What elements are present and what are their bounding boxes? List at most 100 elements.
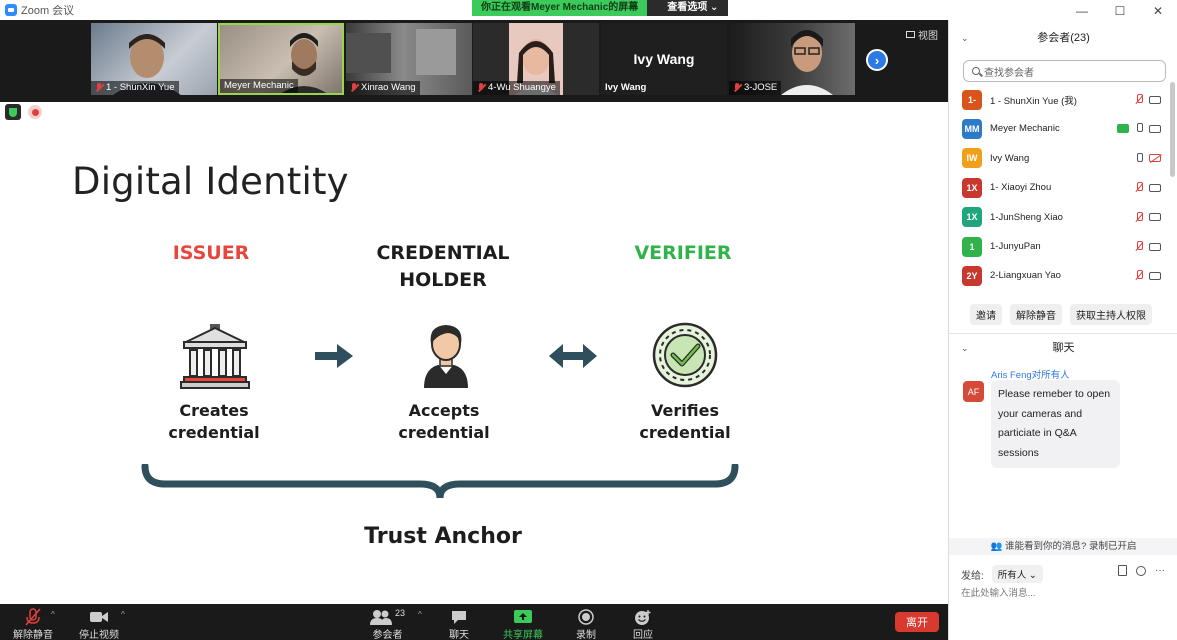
avatar: MM (962, 118, 982, 139)
tile-nameplate: 3-JOSE (729, 81, 782, 95)
video-gallery-strip: 1 - ShunXin Yue Meyer Mechanic Xinrao Wa… (0, 20, 948, 102)
file-icon[interactable] (1118, 565, 1127, 576)
security-shield-icon[interactable] (5, 104, 21, 120)
send-to-label: 发给: (961, 570, 984, 582)
video-tile-shunxin[interactable]: 1 - ShunXin Yue (91, 23, 217, 95)
video-tile-wu[interactable]: 4-Wu Shuangye (473, 23, 599, 95)
chat-avatar: AF (963, 381, 984, 402)
window-controls: — ☐ ✕ (1063, 0, 1177, 22)
participant-row[interactable]: 1- 1 - ShunXin Yue (我) (949, 85, 1167, 114)
participants-header: ⌄ 参会者(23) (949, 28, 1177, 48)
video-tile-ivy[interactable]: Ivy Wang Ivy Wang (601, 23, 727, 95)
video-off-icon[interactable] (1149, 154, 1161, 163)
participant-list-scrollbar[interactable] (1170, 82, 1175, 177)
muted-mic-icon[interactable] (1135, 211, 1143, 223)
participant-search-input[interactable]: 查找参会者 (963, 60, 1166, 82)
reactions-button[interactable]: 回应 (633, 608, 653, 640)
audio-options-caret[interactable]: ^ (51, 610, 55, 619)
participant-row[interactable]: IW Ivy Wang (949, 144, 1167, 173)
holder-heading: CREDENTIAL HOLDER (376, 242, 510, 291)
tile-nameplate: Meyer Mechanic (220, 79, 298, 93)
chevron-right-icon: › (874, 52, 880, 68)
record-icon (578, 608, 594, 626)
view-button[interactable]: 视图 (906, 27, 938, 42)
emoji-icon[interactable] (1136, 565, 1146, 576)
participant-status-icons (1135, 94, 1161, 105)
share-screen-icon (514, 608, 532, 626)
mic-icon[interactable] (1135, 123, 1143, 134)
tile-center-name: Ivy Wang (633, 51, 695, 67)
avatar: IW (962, 148, 982, 169)
arrow-right-icon (315, 344, 353, 368)
video-tile-xinrao[interactable]: Xinrao Wang (346, 23, 472, 95)
close-button[interactable]: ✕ (1139, 0, 1177, 22)
video-camera-icon[interactable] (1149, 271, 1161, 280)
chat-message-input[interactable]: 在此处输入消息... (961, 585, 1035, 599)
participant-name: 2-Liangxuan Yao (990, 270, 1061, 282)
unmute-self-button[interactable]: 解除静音 (1010, 304, 1062, 325)
avatar: 2Y (962, 265, 982, 286)
avatar: 1- (962, 89, 982, 110)
mic-icon[interactable] (1135, 152, 1143, 164)
tile-nameplate: 1 - ShunXin Yue (91, 81, 179, 95)
holder-description: Accepts credential (398, 401, 490, 442)
avatar: 1X (962, 207, 982, 228)
participant-row[interactable]: 1 1-JunyuPan (949, 232, 1167, 261)
meeting-toolbar: 解除静音 ^ 停止视频 ^ 23 参会者 ^ 聊天 共享屏幕 录制 回应 离开 (0, 604, 948, 640)
invite-button[interactable]: 邀请 (970, 304, 1002, 325)
video-camera-icon[interactable] (1149, 95, 1161, 104)
send-to-dropdown[interactable]: 所有人 ⌄ (991, 565, 1043, 583)
participant-row[interactable]: 2Y 2-Liangxuan Yao (949, 261, 1167, 290)
participant-name: 1-JunSheng Xiao (990, 211, 1063, 223)
video-camera-icon[interactable] (1149, 242, 1161, 251)
participant-name: 1 - ShunXin Yue (我) (990, 95, 1077, 107)
participants-options-caret[interactable]: ^ (418, 610, 422, 619)
chat-bubble-icon (451, 608, 467, 626)
participant-row[interactable]: 1X 1-JunSheng Xiao (949, 203, 1167, 232)
muted-mic-icon[interactable] (1135, 241, 1143, 252)
shared-screen-slide: Digital Identity ISSUER CREDENTIAL HOLDE… (0, 122, 948, 604)
video-camera-icon[interactable] (1149, 183, 1161, 192)
check-badge-icon (652, 322, 718, 388)
share-banner: 你正在观看Meyer Mechanic的屏幕 查看选项 ⌄ (472, 0, 729, 16)
participant-row[interactable]: MM Meyer Mechanic (949, 114, 1167, 143)
muted-mic-icon[interactable] (1135, 94, 1143, 105)
participants-button[interactable]: 23 参会者 (370, 608, 405, 640)
maximize-button[interactable]: ☐ (1101, 0, 1139, 22)
record-button[interactable]: 录制 (576, 608, 596, 640)
unmute-button[interactable]: 解除静音 (13, 608, 53, 640)
participant-status-icons (1135, 211, 1161, 223)
curly-brace-graphic (141, 464, 739, 499)
view-options-button[interactable]: 查看选项 ⌄ (647, 0, 729, 16)
muted-mic-icon[interactable] (1135, 182, 1143, 193)
minimize-button[interactable]: — (1063, 0, 1101, 22)
tile-nameplate: Xinrao Wang (346, 81, 420, 95)
grid-view-icon (906, 31, 915, 38)
participants-icon: 23 (370, 608, 405, 626)
share-screen-button[interactable]: 共享屏幕 (503, 608, 543, 640)
leave-button[interactable]: 离开 (895, 612, 939, 632)
chevron-down-icon[interactable]: ⌄ (961, 338, 969, 358)
tile-nameplate: Ivy Wang (605, 82, 647, 93)
chat-button[interactable]: 聊天 (449, 608, 469, 640)
video-camera-icon[interactable] (1149, 124, 1161, 133)
participant-actions: 邀请 解除静音 获取主持人权限 (949, 304, 1177, 325)
muted-mic-icon (477, 83, 485, 93)
participant-status-icons (1135, 182, 1161, 193)
video-options-caret[interactable]: ^ (121, 610, 125, 619)
participant-name: Meyer Mechanic (990, 123, 1060, 135)
claim-host-button[interactable]: 获取主持人权限 (1070, 304, 1152, 325)
chat-privacy-note[interactable]: 👥 谁能看到你的消息? 录制已开启 (949, 538, 1177, 555)
search-icon (972, 67, 980, 75)
chevron-down-icon[interactable]: ⌄ (961, 28, 969, 48)
stop-video-button[interactable]: 停止视频 (79, 608, 119, 640)
issuer-description: Creates credential (168, 401, 260, 442)
next-page-button[interactable]: › (866, 49, 888, 71)
more-icon[interactable]: ··· (1155, 565, 1165, 576)
video-tile-meyer[interactable]: Meyer Mechanic (218, 23, 344, 95)
screen-share-icon (1117, 124, 1129, 134)
participant-row[interactable]: 1X 1- Xiaoyi Zhou (949, 173, 1167, 202)
video-tile-jose[interactable]: 3-JOSE (729, 23, 855, 95)
video-camera-icon[interactable] (1149, 213, 1161, 222)
muted-mic-icon[interactable] (1135, 270, 1143, 281)
